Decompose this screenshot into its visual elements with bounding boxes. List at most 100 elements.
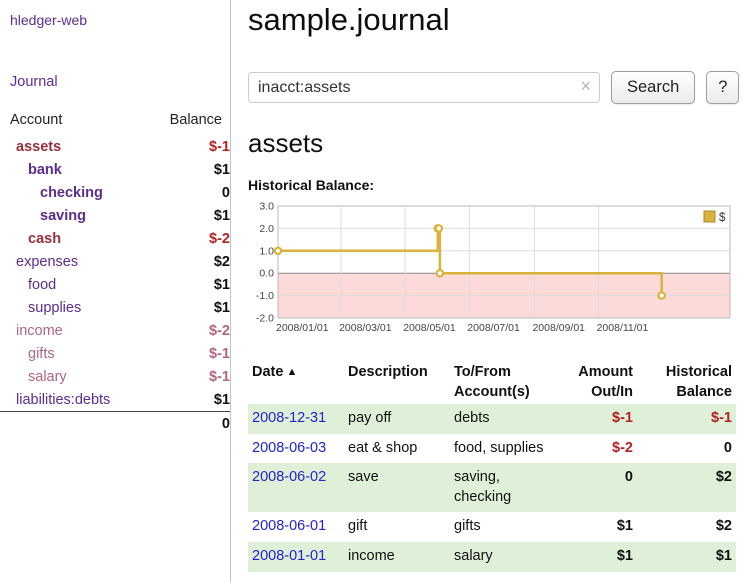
- account-link[interactable]: salary: [0, 369, 67, 385]
- svg-text:0.0: 0.0: [259, 268, 274, 280]
- svg-text:3.0: 3.0: [259, 201, 274, 213]
- clear-search-icon[interactable]: ×: [580, 76, 591, 98]
- accounts-header-row: Account Balance: [0, 108, 230, 135]
- accounts-total-row: 0: [0, 412, 230, 436]
- register-header-description: Description: [344, 361, 450, 404]
- chart-wrap: 3.0 2.0 1.0 0.0 -1.0 -2.02008/01/01 2008/03/01…: [248, 201, 739, 338]
- transaction-amount: $1: [551, 512, 637, 542]
- account-link[interactable]: cash: [0, 231, 61, 247]
- register-header-date[interactable]: Date ▲: [248, 361, 344, 404]
- account-balance: $-2: [149, 227, 230, 250]
- transaction-amount: 0: [551, 463, 637, 512]
- svg-text:2008/05/01: 2008/05/01: [403, 322, 456, 334]
- transaction-date-link[interactable]: 2008-06-01: [252, 518, 326, 534]
- svg-text:2.0: 2.0: [259, 223, 274, 235]
- account-link[interactable]: checking: [0, 185, 103, 201]
- transaction-date-link[interactable]: 2008-01-01: [252, 548, 326, 564]
- account-balance: $-2: [149, 319, 230, 342]
- transaction-description: income: [344, 542, 450, 572]
- transaction-date-link[interactable]: 2008-12-31: [252, 410, 326, 426]
- account-link[interactable]: expenses: [0, 254, 78, 270]
- register-header-amount: AmountOut/In: [551, 361, 637, 404]
- sort-asc-icon[interactable]: ▲: [283, 366, 297, 378]
- search-input-wrap: ×: [248, 72, 600, 103]
- sidebar: hledger-web Journal Account Balance asse…: [0, 0, 231, 582]
- account-row: liabilities:debts $1: [0, 388, 230, 412]
- register-header-row: Date ▲DescriptionTo/FromAccount(s)Amount…: [248, 361, 736, 404]
- account-link[interactable]: bank: [0, 162, 62, 178]
- register-header-accounts: To/FromAccount(s): [450, 361, 551, 404]
- search-button[interactable]: Search: [611, 71, 695, 104]
- app: hledger-web Journal Account Balance asse…: [0, 0, 742, 582]
- account-balance: $-1: [149, 365, 230, 388]
- accounts-table: Account Balance assets$-1bank$1checking0…: [0, 108, 230, 435]
- register-row: 2008-06-01 giftgifts$1$2: [248, 512, 736, 542]
- accounts-body: assets$-1bank$1checking0saving$1cash$-2e…: [0, 135, 230, 412]
- account-balance: $-1: [149, 342, 230, 365]
- transaction-accounts: debts: [450, 404, 551, 434]
- register-body: 2008-12-31pay offdebts$-1$-12008-06-03ea…: [248, 404, 736, 571]
- account-link[interactable]: assets: [0, 139, 61, 155]
- account-heading: assets: [248, 128, 739, 159]
- historical-balance-chart: 3.0 2.0 1.0 0.0 -1.0 -2.02008/01/01 2008/03/01…: [248, 201, 735, 338]
- account-link[interactable]: gifts: [0, 346, 55, 362]
- account-balance: $1: [149, 296, 230, 319]
- transaction-balance: $-1: [637, 404, 736, 434]
- transaction-accounts: salary: [450, 542, 551, 572]
- accounts-header-account: Account: [0, 108, 149, 135]
- app-brand-link[interactable]: hledger-web: [0, 10, 230, 28]
- search-input[interactable]: [248, 72, 600, 103]
- transaction-accounts: saving, checking: [450, 463, 551, 512]
- sidebar-item-journal[interactable]: Journal: [0, 74, 230, 90]
- svg-text:2008/07/01: 2008/07/01: [467, 322, 520, 334]
- account-row: saving $1: [0, 204, 230, 227]
- account-link[interactable]: supplies: [0, 300, 81, 316]
- account-balance: $1: [149, 388, 230, 412]
- transaction-date-link[interactable]: 2008-06-02: [252, 469, 326, 485]
- transaction-accounts: gifts: [450, 512, 551, 542]
- account-row: checking0: [0, 181, 230, 204]
- transaction-description: save: [344, 463, 450, 512]
- transaction-balance: $2: [637, 512, 736, 542]
- transaction-description: pay off: [344, 404, 450, 434]
- account-link[interactable]: food: [0, 277, 56, 293]
- svg-text:1.0: 1.0: [259, 245, 274, 257]
- account-row: expenses$2: [0, 250, 230, 273]
- transaction-description: eat & shop: [344, 434, 450, 464]
- account-link[interactable]: saving: [0, 208, 86, 224]
- transaction-date-link[interactable]: 2008-06-03: [252, 440, 326, 456]
- accounts-header-balance: Balance: [149, 108, 230, 135]
- account-link[interactable]: liabilities:debts: [0, 392, 110, 408]
- transaction-balance: 0: [637, 434, 736, 464]
- svg-text:2008/11/01: 2008/11/01: [597, 322, 649, 334]
- main-content: sample.journal × Search ? assets Histori…: [231, 0, 742, 582]
- search-bar: × Search ?: [248, 71, 739, 104]
- svg-text:-1.0: -1.0: [256, 290, 274, 302]
- account-row: supplies $1: [0, 296, 230, 319]
- transaction-balance: $2: [637, 463, 736, 512]
- account-balance: $-1: [149, 135, 230, 158]
- page-title: sample.journal: [248, 2, 739, 38]
- transaction-balance: $1: [637, 542, 736, 572]
- account-balance: $1: [149, 204, 230, 227]
- account-row: cash $-2: [0, 227, 230, 250]
- svg-text:-2.0: -2.0: [256, 313, 274, 325]
- account-link[interactable]: income: [0, 323, 63, 339]
- help-button[interactable]: ?: [706, 71, 739, 104]
- chart-title: Historical Balance:: [248, 177, 739, 193]
- register-header-balance: HistoricalBalance: [637, 361, 736, 404]
- svg-text:$: $: [719, 212, 726, 224]
- register-table: Date ▲DescriptionTo/FromAccount(s)Amount…: [248, 361, 736, 572]
- svg-text:2008/09/01: 2008/09/01: [532, 322, 585, 334]
- transaction-amount: $-1: [551, 404, 637, 434]
- account-balance: $1: [149, 158, 230, 181]
- account-row: bank $1: [0, 158, 230, 181]
- transaction-accounts: food, supplies: [450, 434, 551, 464]
- account-balance: $1: [149, 273, 230, 296]
- register-row: 2008-01-01incomesalary$1$1: [248, 542, 736, 572]
- transaction-description: gift: [344, 512, 450, 542]
- svg-text:2008/01/01: 2008/01/01: [276, 322, 329, 334]
- register-row: 2008-06-03eat & shopfood, supplies$-20: [248, 434, 736, 464]
- register-row: 2008-06-02 savesaving, checking0$2: [248, 463, 736, 512]
- svg-text:2008/03/01: 2008/03/01: [339, 322, 392, 334]
